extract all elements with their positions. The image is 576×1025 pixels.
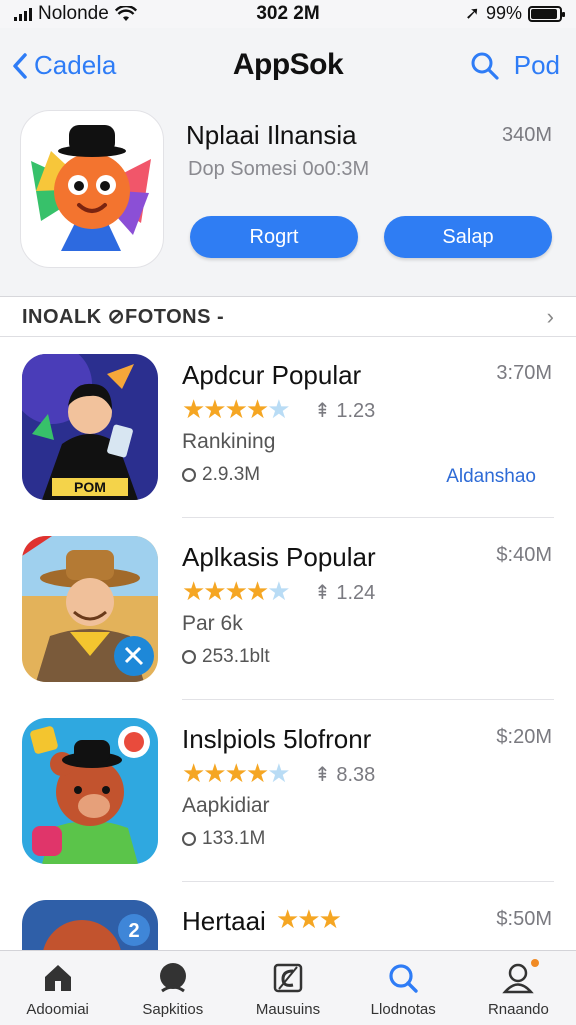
star-rating: ★★★★★	[182, 758, 291, 788]
home-icon	[44, 965, 71, 991]
nav-right-button[interactable]: Pod	[514, 50, 560, 81]
app-name: Aplkasis Popular	[182, 542, 376, 572]
tab-label: Sapkitios	[142, 1001, 204, 1018]
divider	[182, 699, 554, 700]
tab-label: Adoomiai	[26, 1001, 89, 1018]
list-item[interactable]: 2 Hertaai ★★★ $:50M	[0, 882, 576, 952]
app-price: $:50M	[496, 908, 552, 930]
star-rating: ★★★★★	[182, 576, 291, 606]
svg-text:POM: POM	[74, 479, 106, 495]
tab-home[interactable]: Adoomiai	[0, 951, 115, 1025]
download-count: 133.1M	[182, 828, 265, 850]
rating-value: ⇞ 1.24	[314, 582, 376, 604]
featured-app-size: 340M	[501, 124, 552, 146]
app-category: Rankining	[182, 430, 276, 453]
status-bar: Nolonde 302 2M ➚ 99%	[0, 0, 576, 28]
app-price: 3:70M	[496, 362, 552, 384]
app-price: $:20M	[496, 726, 552, 748]
app-category: Par 6k	[182, 612, 243, 635]
location-icon: ➚	[464, 3, 480, 23]
list-item[interactable]: POM Apdcur Popular 3:70M ★★★★★ ⇞ 1.23 Ra…	[0, 340, 576, 518]
rating-value: ⇞ 8.38	[314, 764, 376, 786]
app-link[interactable]: Aldanshao	[446, 466, 536, 488]
divider	[182, 517, 554, 518]
app-price: $:40M	[496, 544, 552, 566]
status-right: ➚ 99%	[464, 3, 565, 24]
search-icon[interactable]	[470, 51, 500, 81]
search-icon	[389, 964, 418, 993]
tab-label: Rnaando	[487, 1001, 549, 1018]
featured-app-subtitle: Dop Somesi 0o0:3M	[188, 158, 370, 180]
tab-label: Mausuins	[255, 1001, 321, 1018]
app-icon: POM	[22, 354, 158, 500]
nav-actions: Pod	[470, 50, 560, 81]
chevron-right-icon[interactable]: ›	[547, 304, 554, 330]
battery-icon	[528, 5, 565, 22]
notification-dot	[531, 959, 540, 967]
battery-percent: 99%	[485, 3, 522, 23]
navigation-bar: Cadela AppSok Pod	[0, 28, 576, 104]
get-button[interactable]: Rogrt	[190, 216, 358, 258]
section-title: INOALK ⊘FOTONS -	[22, 306, 225, 328]
star-rating: ★★★★★	[182, 394, 291, 424]
section-header[interactable]: INOALK ⊘FOTONS - ›	[0, 298, 576, 337]
rating-value: ⇞ 1.23	[314, 400, 376, 422]
tab-label: Llodnotas	[370, 1001, 436, 1018]
setup-button[interactable]: Salap	[384, 216, 552, 258]
tab-bar: Adoomiai Sapkitios Mausuins Llodnotas Rn…	[0, 950, 576, 1025]
download-icon	[182, 468, 196, 482]
profile-circle-icon	[159, 963, 186, 993]
download-icon	[182, 650, 196, 664]
app-name: Apdcur Popular	[182, 360, 362, 390]
list-item[interactable]: Inslpiols 5lofronr $:20M ★★★★★ ⇞ 8.38 Aa…	[0, 704, 576, 882]
list-item[interactable]: Aplkasis Popular $:40M ★★★★★ ⇞ 1.24 Par …	[0, 522, 576, 700]
download-count: 2.9.3M	[182, 464, 260, 486]
featured-app-title: Nplaai Ilnansia	[186, 120, 357, 150]
app-icon	[22, 536, 158, 682]
featured-app-icon[interactable]	[20, 110, 164, 268]
app-icon: 2	[22, 900, 158, 952]
svg-text:2: 2	[128, 920, 139, 942]
download-count: 253.1blt	[182, 646, 270, 668]
app-icon	[22, 718, 158, 864]
tab-apps[interactable]: Mausuins	[230, 951, 345, 1025]
person-icon	[502, 963, 535, 994]
app-category: Aapkidiar	[182, 794, 270, 817]
download-icon	[182, 832, 196, 846]
app-name: Inslpiols 5lofronr	[182, 724, 372, 754]
star-rating: ★★★	[276, 904, 342, 934]
store-header: Cadela AppSok Pod Nplaai Ilnansia 340M D…	[0, 28, 576, 297]
tab-profile[interactable]: Sapkitios	[115, 951, 230, 1025]
app-name: Hertaai	[182, 906, 266, 936]
tab-account[interactable]: Rnaando	[461, 951, 576, 1025]
apps-icon	[273, 963, 303, 993]
tab-search[interactable]: Llodnotas	[346, 951, 461, 1025]
